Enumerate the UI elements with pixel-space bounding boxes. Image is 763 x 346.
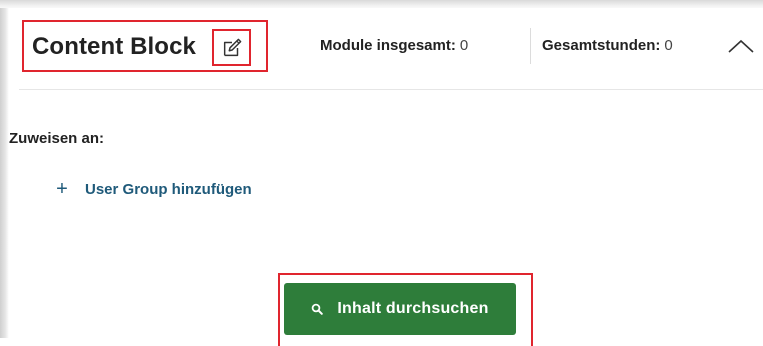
content-block-header: Content Block Module insgesamt: 0 Gesamts… [9,8,763,88]
window: Content Block Module insgesamt: 0 Gesamts… [0,0,763,346]
collapse-button[interactable] [727,36,755,56]
total-hours: Gesamtstunden: 0 [542,37,673,54]
chevron-up-icon [728,39,754,53]
search-icon [312,303,324,315]
pencil-edit-icon [223,38,241,56]
left-edge-shadow [0,8,9,338]
search-content-button[interactable]: Inhalt durchsuchen [284,283,516,335]
edit-title-button[interactable] [212,29,251,66]
header-divider [19,89,763,90]
total-modules-value: 0 [459,37,469,54]
assign-to-label: Zuweisen an: [9,130,105,147]
total-modules: Module insgesamt: 0 [320,37,468,54]
total-hours-label: Gesamtstunden: [542,37,661,54]
content-block-title: Content Block [32,33,196,60]
plus-icon: + [56,178,68,200]
total-modules-label: Module insgesamt: [320,37,456,54]
add-user-group-label: User Group hinzufügen [85,181,252,198]
total-hours-value: 0 [664,37,673,54]
meta-divider [530,28,531,64]
add-user-group-link[interactable]: + User Group hinzufügen [52,178,252,201]
content-block-panel: Content Block Module insgesamt: 0 Gesamts… [9,8,763,346]
search-content-label: Inhalt durchsuchen [337,300,489,317]
